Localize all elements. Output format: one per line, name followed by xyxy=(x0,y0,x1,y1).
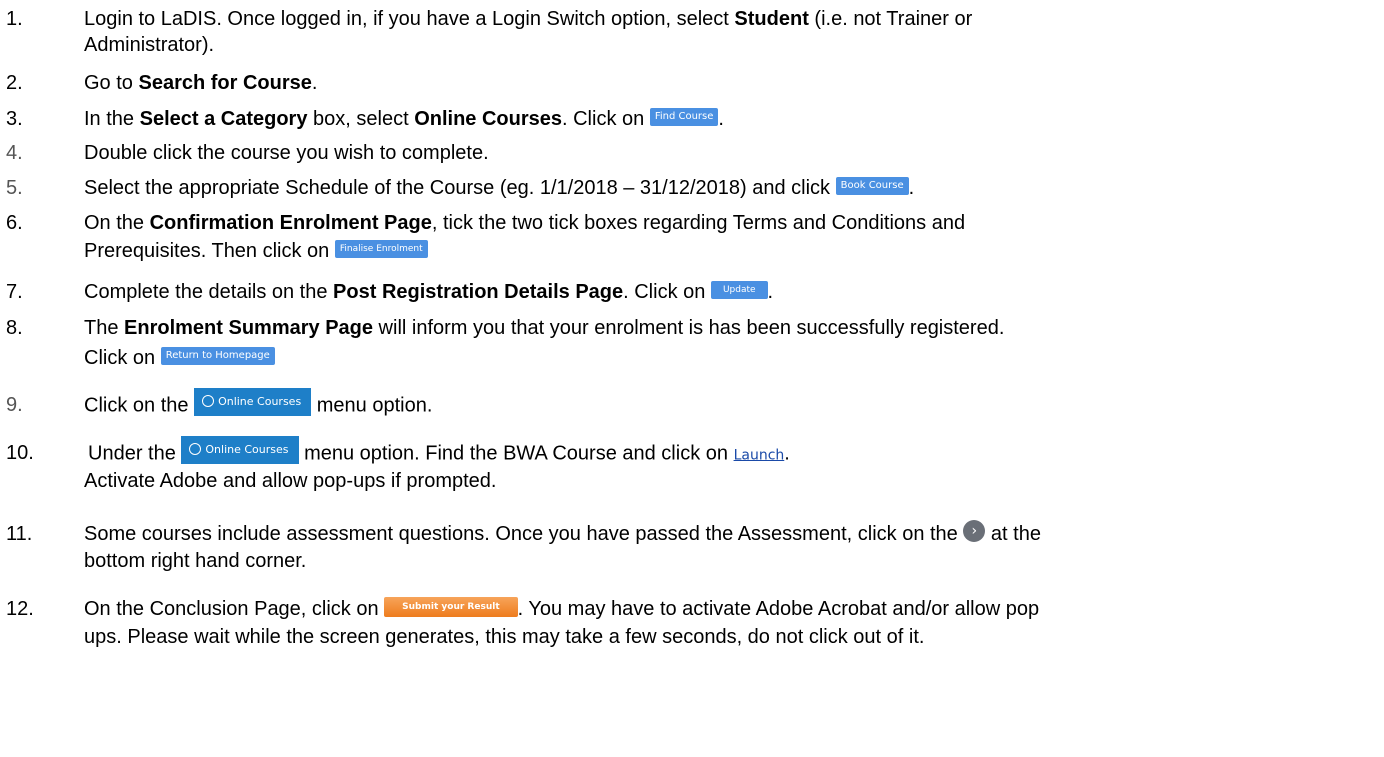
step-number: 9. xyxy=(6,394,23,416)
step-number: 6. xyxy=(6,212,23,234)
step-number: 5. xyxy=(6,177,23,199)
step-text: Go to Search for Course. xyxy=(84,72,318,94)
online-courses-menu-button[interactable]: Online Courses xyxy=(181,436,299,464)
globe-icon xyxy=(189,443,202,455)
step-text: Under the Online Courses menu option. Fi… xyxy=(88,436,1374,468)
step-text: The Enrolment Summary Page will inform y… xyxy=(84,317,1005,339)
step-text: Double click the course you wish to comp… xyxy=(84,142,489,164)
step-text: Select the appropriate Schedule of the C… xyxy=(84,176,915,199)
update-button[interactable]: Update xyxy=(710,280,768,299)
instructions-document: 1. Login to LaDIS. Once logged in, if yo… xyxy=(0,0,1384,757)
launch-link[interactable]: Launch xyxy=(734,447,785,463)
step-text-line2: ups. Please wait while the screen genera… xyxy=(84,626,925,648)
step-text: Login to LaDIS. Once logged in, if you h… xyxy=(84,8,973,30)
step-text: On the Confirmation Enrolment Page, tick… xyxy=(84,212,966,234)
step-text-line2: Administrator). xyxy=(84,34,215,56)
step-text: Some courses include assessment question… xyxy=(84,519,1374,547)
globe-icon xyxy=(202,395,215,407)
step-number: 4. xyxy=(6,142,23,164)
step-text-line2: Prerequisites. Then click on Finalise En… xyxy=(84,238,1374,264)
step-text: In the Select a Category box, select Onl… xyxy=(84,107,724,130)
step-text: Complete the details on the Post Registr… xyxy=(84,280,774,303)
step-number: 8. xyxy=(6,317,23,339)
step-text: On the Conclusion Page, click on Submit … xyxy=(84,596,1040,620)
step-text-line2: Activate Adobe and allow pop-ups if prom… xyxy=(84,470,497,492)
step-number: 1. xyxy=(6,8,23,30)
step-number: 11. xyxy=(6,523,33,545)
step-number: 7. xyxy=(6,281,23,303)
submit-your-result-button[interactable]: Submit your Result xyxy=(384,596,518,617)
step-number: 2. xyxy=(6,72,23,94)
step-text-line2: bottom right hand corner. xyxy=(84,550,307,572)
finalise-enrolment-button[interactable]: Finalise Enrolment xyxy=(334,239,428,258)
step-number: 12. xyxy=(6,598,34,620)
step-number: 3. xyxy=(6,108,23,130)
online-courses-menu-button[interactable]: Online Courses xyxy=(194,388,312,416)
find-course-button[interactable]: Find Course xyxy=(649,107,719,126)
return-to-homepage-button[interactable]: Return to Homepage xyxy=(160,346,275,365)
step-text: Click on the Online Courses menu option. xyxy=(84,388,1374,420)
step-number: 10. xyxy=(6,442,34,464)
book-course-button[interactable]: Book Course xyxy=(835,176,909,195)
next-arrow-icon[interactable]: › xyxy=(963,519,986,542)
step-text-line2: Click on Return to Homepage xyxy=(84,345,1374,371)
